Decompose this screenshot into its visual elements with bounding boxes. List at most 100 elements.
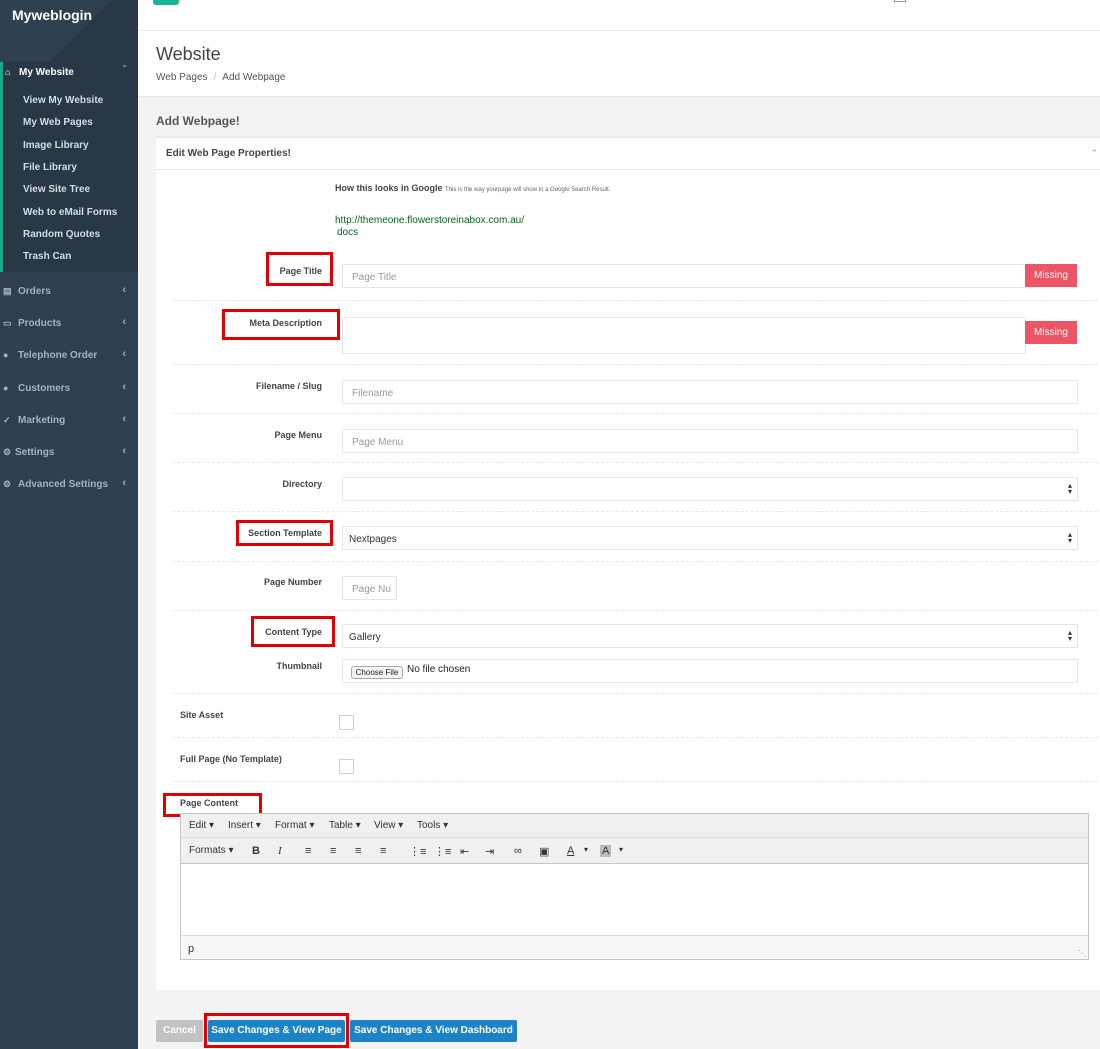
editor-element-path: p [188,943,195,955]
page-menu-label: Page Menu [274,430,322,440]
chevron-left-icon: ‹ [122,348,126,360]
editor-menu-view[interactable]: View ▾ [374,820,403,831]
outdent-icon[interactable]: ⇤ [460,845,469,858]
wrench-icon: ✓ [3,415,11,425]
text-color-icon[interactable]: A [567,845,574,857]
row-divider [172,511,1098,512]
cancel-button[interactable]: Cancel [156,1020,203,1042]
chevron-left-icon: ‹ [122,413,126,425]
resize-handle-icon[interactable]: ⋱ [1078,949,1086,958]
image-icon[interactable]: ▣ [539,845,549,858]
page-title-input[interactable]: Page Title [342,264,1026,288]
gear-icon: ⚙ [3,447,12,457]
breadcrumb-separator: / [213,72,217,83]
sidebar-item-orders[interactable]: ▤ Orders ‹ [0,283,138,303]
chevron-left-icon: ‹ [122,316,126,328]
breadcrumb: Web Pages / Add Webpage [156,72,286,83]
editor-menu-tools[interactable]: Tools ▾ [417,820,448,831]
sidebar-subitem-file-library[interactable]: File Library [23,162,77,173]
full-page-label: Full Page (No Template) [180,754,282,764]
thumbnail-label: Thumbnail [276,661,323,671]
sidebar: Myweblogin ⌂ My Website ˇ View My Websit… [0,0,138,1049]
bullet-list-icon[interactable]: ⋮≡ [409,845,426,858]
sidebar-subitem-image-library[interactable]: Image Library [23,140,89,151]
breadcrumb-link-web-pages[interactable]: Web Pages [156,72,208,83]
sidebar-item-products[interactable]: ▭ Products ‹ [0,315,138,335]
directory-select[interactable]: ▴ ▾ [342,477,1078,501]
sidebar-item-telephone-order[interactable]: ● Telephone Order ‹ [0,347,138,367]
select-arrows-icon: ▴ ▾ [1067,481,1072,496]
meta-description-textarea[interactable] [342,317,1026,354]
row-divider [172,781,1098,782]
sidebar-subitem-random-quotes[interactable]: Random Quotes [23,229,100,240]
sidebar-item-marketing[interactable]: ✓ Marketing ‹ [0,412,138,432]
chevron-down-icon[interactable]: ▾ [619,845,623,854]
align-left-icon[interactable]: ≡ [305,845,311,857]
indent-icon[interactable]: ⇥ [485,845,494,858]
link-icon[interactable]: ∞ [514,845,522,857]
sidebar-item-advanced-settings[interactable]: ⚙ Advanced Settings ‹ [0,476,138,496]
sidebar-subitem-my-web-pages[interactable]: My Web Pages [23,117,93,128]
desktop-icon: ▭ [3,318,12,328]
chevron-left-icon: ‹ [122,284,126,296]
sidebar-item-customers[interactable]: ● Customers ‹ [0,380,138,400]
editor-menu-insert[interactable]: Insert ▾ [228,820,261,831]
bold-icon[interactable]: B [252,845,260,857]
brand-logo[interactable]: Myweblogin [12,7,92,23]
align-justify-icon[interactable]: ≡ [380,845,386,857]
align-center-icon[interactable]: ≡ [330,845,336,857]
align-right-icon[interactable]: ≡ [355,845,361,857]
editor-menu-edit[interactable]: Edit ▾ [189,820,214,831]
notification-icon[interactable] [894,0,906,2]
row-divider [172,364,1098,365]
chevron-down-icon[interactable]: ▾ [584,845,588,854]
sidebar-subitem-web-to-email-forms[interactable]: Web to eMail Forms [23,207,117,218]
chevron-left-icon: ‹ [122,381,126,393]
page-title: Website [156,44,221,64]
page-number-input[interactable]: Page Nu [342,576,397,600]
top-navbar [138,0,1100,31]
users-icon: ● [3,350,9,360]
sidebar-subitem-trash-can[interactable]: Trash Can [23,251,71,262]
page-menu-input[interactable]: Page Menu [342,429,1078,453]
numbered-list-icon[interactable]: ⋮≡ [434,845,451,858]
site-asset-checkbox[interactable] [339,715,354,730]
highlight-box [236,520,333,546]
row-divider [172,737,1098,738]
highlight-box [251,616,335,647]
file-status-text: No file chosen [407,664,471,675]
chevron-left-icon: ‹ [122,477,126,489]
italic-icon[interactable]: I [278,845,282,857]
background-color-icon[interactable]: A [600,845,612,857]
panel-header: Edit Web Page Properties! ⌃ [156,138,1100,170]
users-icon: ● [3,383,9,393]
full-page-checkbox[interactable] [339,759,354,774]
editor-content-area[interactable] [181,864,1088,935]
highlight-box [222,309,340,340]
save-view-dashboard-button[interactable]: Save Changes & View Dashboard [350,1020,517,1042]
sidebar-subitem-view-my-website[interactable]: View My Website [23,95,103,106]
row-divider [172,561,1098,562]
sidebar-subitem-view-site-tree[interactable]: View Site Tree [23,184,90,195]
content-type-select[interactable]: Gallery ▴ ▾ [342,624,1078,648]
formats-dropdown[interactable]: Formats ▾ [189,845,233,856]
gears-icon: ⚙ [3,479,12,489]
google-preview-path: docs [337,227,359,238]
sidebar-item-my-website[interactable]: ⌂ My Website ˇ [0,62,138,84]
filename-input[interactable]: Filename [342,380,1078,404]
page-title-missing-badge: Missing [1025,264,1077,287]
meta-description-missing-badge: Missing [1025,321,1077,344]
chevron-up-icon[interactable]: ⌃ [1090,148,1098,159]
directory-label: Directory [282,479,322,489]
section-template-select[interactable]: Nextpages ▴ ▾ [342,526,1078,550]
sidebar-item-settings[interactable]: ⚙ Settings ‹ [0,444,138,464]
home-icon: ⌂ [5,67,11,77]
editor-statusbar: p ⋱ [181,935,1088,959]
editor-menu-format[interactable]: Format ▾ [275,820,314,831]
row-divider [172,413,1098,414]
editor-menu-table[interactable]: Table ▾ [329,820,361,831]
highlight-box [204,1013,349,1048]
choose-file-button[interactable]: Choose File [351,666,403,679]
menu-toggle-button[interactable] [153,0,179,5]
row-divider [172,610,1098,611]
